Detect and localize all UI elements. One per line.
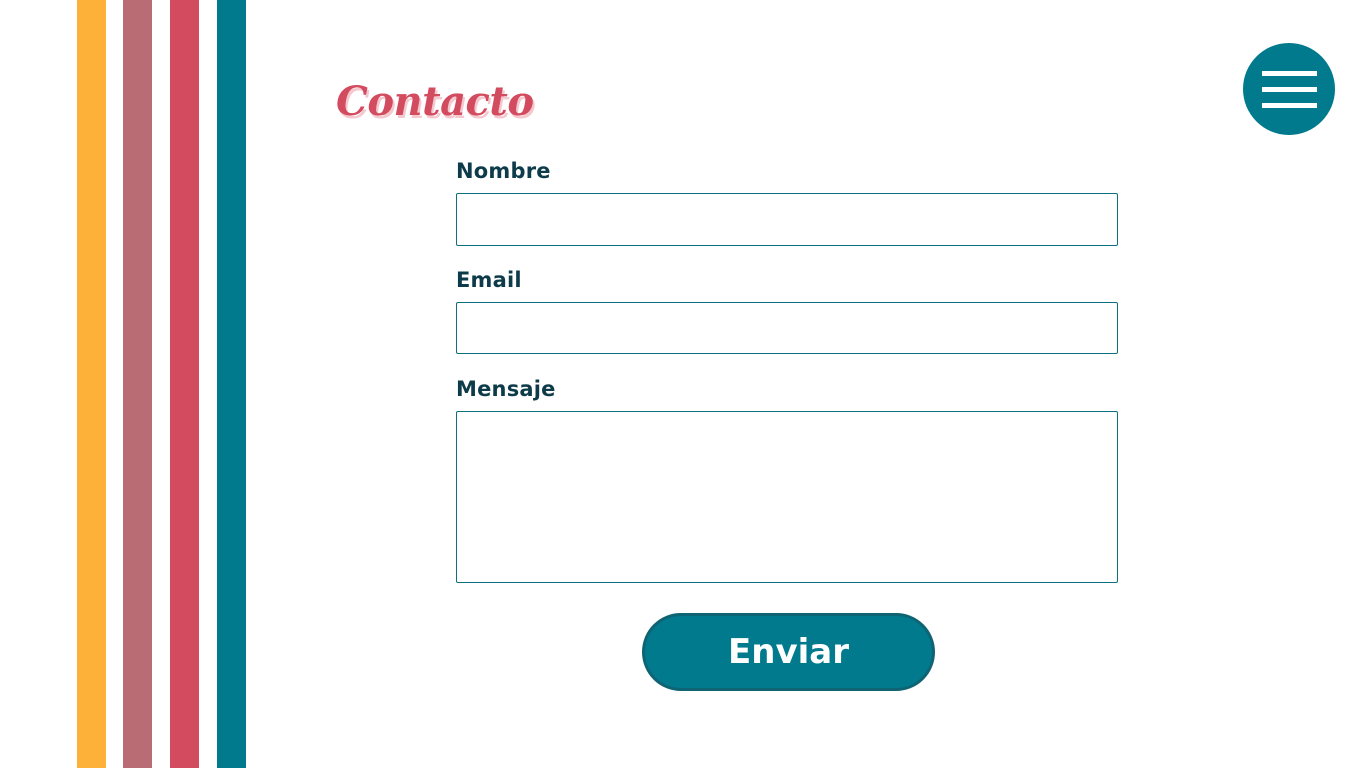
email-label: Email	[456, 268, 522, 292]
submit-button[interactable]: Enviar	[642, 613, 935, 691]
page-title: Contacto	[336, 78, 534, 125]
decorative-stripe-red	[170, 0, 199, 768]
message-label: Mensaje	[456, 377, 556, 401]
message-field[interactable]	[456, 411, 1118, 583]
contact-page: Contacto Nombre Email Mensaje Enviar	[0, 0, 1366, 768]
menu-button[interactable]	[1243, 43, 1335, 135]
decorative-stripe-mauve	[123, 0, 152, 768]
name-label: Nombre	[456, 159, 551, 183]
email-field[interactable]	[456, 302, 1118, 354]
decorative-stripe-teal	[217, 0, 246, 768]
name-field[interactable]	[456, 193, 1118, 246]
decorative-stripe-yellow	[77, 0, 106, 768]
